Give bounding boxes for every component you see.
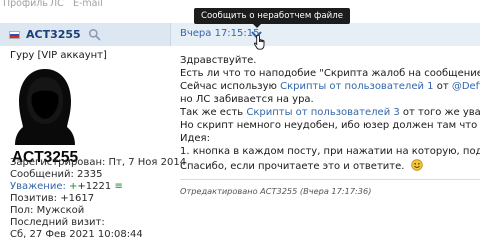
user-info-panel: Гуру [VIP аккаунт] ACT3255 Зарегистриров… bbox=[0, 46, 186, 248]
post-line-greeting: Здравствуйте. bbox=[180, 55, 257, 66]
russia-flag-icon bbox=[9, 31, 20, 39]
positive-row: Позитив: +1617 bbox=[10, 193, 94, 204]
post-line-1: Есть ли что то наподобие "Скрипта жалоб … bbox=[180, 68, 480, 79]
post-separator bbox=[180, 179, 480, 180]
search-icon[interactable] bbox=[88, 28, 101, 41]
messages-count: Сообщений: 2335 bbox=[10, 169, 103, 180]
respect-link[interactable]: Уважение: bbox=[10, 181, 66, 192]
post-line-2: Сейчас использую Скрипты от пользователе… bbox=[180, 81, 480, 92]
respect-value: +1221 bbox=[77, 181, 112, 192]
scripts-link-1[interactable]: Скрипты от пользователей 1 bbox=[280, 81, 433, 92]
post-content: Здравствуйте. Есть ли что то наподобие "… bbox=[180, 55, 480, 248]
hand-pointer-icon bbox=[254, 34, 265, 50]
user-rank-title: Гуру [VIP аккаунт] bbox=[10, 50, 107, 61]
positive-value: +1617 bbox=[60, 193, 95, 204]
post-timestamp[interactable]: Вчера 17:15:15 bbox=[180, 28, 260, 39]
smiley-icon bbox=[410, 159, 423, 171]
last-visit-value: Сб, 27 Фев 2021 10:08:44 bbox=[10, 229, 143, 240]
report-file-tooltip: Сообщить о неработчем файле bbox=[194, 8, 351, 24]
post-author-name[interactable]: ACT3255 bbox=[26, 28, 81, 41]
nav-email-link[interactable]: E-mail bbox=[73, 0, 103, 9]
scripts-link-3[interactable]: Скрипты от пользователей 3 bbox=[246, 107, 399, 118]
post-line-4: Так же есть Скрипты от пользователей 3 о… bbox=[180, 107, 480, 118]
author-bar: ACT3255 bbox=[0, 23, 171, 46]
positive-label: Позитив: bbox=[10, 193, 58, 204]
tooltip-arrow bbox=[253, 24, 261, 28]
post-line-7: 1. кнопка в каждом посту, при нажатии на… bbox=[180, 146, 480, 157]
respect-down-icon[interactable]: ≡ bbox=[114, 181, 122, 192]
post-line-6: Идея: bbox=[180, 133, 210, 144]
user-mention-deff[interactable]: @Deff bbox=[452, 81, 480, 92]
post-line-5: Но скрипт немного неудобен, ибо юзер дол… bbox=[180, 120, 480, 131]
post-line-8: Спасибо, если прочитаете это и ответите. bbox=[180, 159, 423, 172]
gender: Пол: Мужской bbox=[10, 205, 85, 216]
respect-row: Уважение: ++1221 ≡ bbox=[10, 181, 123, 192]
nav-lc-link[interactable]: ЛС bbox=[50, 0, 64, 9]
post-header: ACT3255 Вчера 17:15:15 bbox=[0, 23, 480, 46]
edited-note: Отредактировано ACT3255 (Вчера 17:17:36) bbox=[180, 186, 372, 196]
registered-date: Зарегистрирован: Пт, 7 Ноя 2014 bbox=[10, 157, 187, 168]
nav-profile-link[interactable]: Профиль bbox=[3, 0, 48, 9]
last-visit-label: Последний визит: bbox=[10, 217, 105, 228]
post-line-3: но ЛС забивается на ура. bbox=[180, 94, 314, 105]
